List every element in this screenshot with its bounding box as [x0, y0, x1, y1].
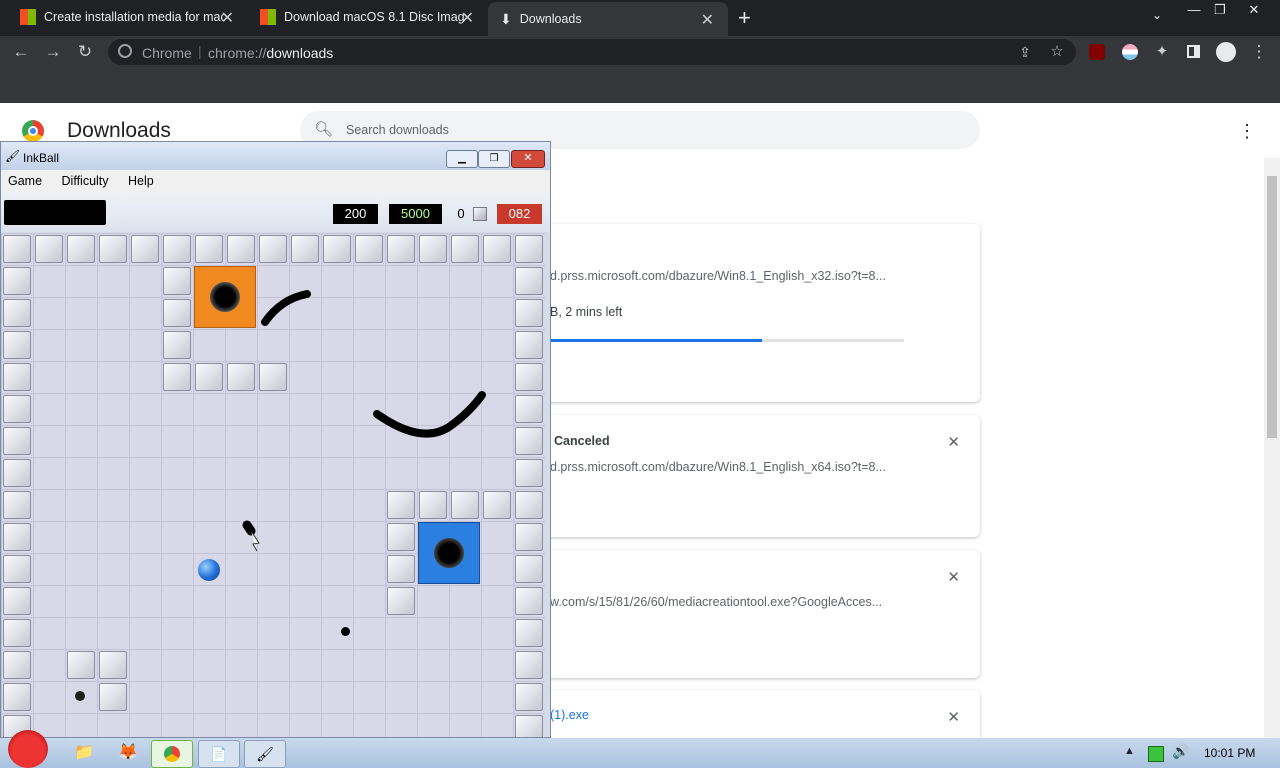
game-board[interactable] — [1, 233, 545, 737]
tab-label: Download macOS 8.1 Disc Image — [284, 10, 464, 24]
explorer-taskbar-icon[interactable]: 📁 — [64, 740, 104, 766]
search-input[interactable]: Search downloads — [346, 123, 449, 137]
minimize-button[interactable]: — — [1182, 2, 1206, 18]
reload-icon[interactable]: ↻ — [74, 41, 96, 63]
download-progress-fill — [550, 339, 763, 342]
ink-stroke — [261, 290, 311, 326]
inkball-menubar: Game Difficulty Help — [1, 170, 550, 192]
notepad-taskbar-icon[interactable]: 📄 — [198, 740, 240, 768]
site-label: Chrome — [142, 45, 192, 61]
extension-icon[interactable] — [1122, 44, 1138, 60]
menu-game[interactable]: Game — [8, 174, 42, 188]
menu-difficulty[interactable]: Difficulty — [62, 174, 109, 188]
tab-macos-image[interactable]: Download macOS 8.1 Disc Image ✕ — [248, 0, 488, 34]
close-icon[interactable]: ✕ — [221, 8, 234, 28]
tab-search-chevron-icon[interactable]: ⌄ — [1152, 8, 1162, 22]
chrome-logo-icon — [118, 44, 132, 58]
download-status: B, 2 mins left — [550, 305, 623, 319]
firefox-taskbar-icon[interactable]: 🦊 — [108, 740, 148, 766]
lives-count: 0 — [457, 206, 465, 221]
tab-label: Downloads — [519, 12, 582, 26]
omnibox[interactable]: Chrome | chrome://downloads ⇪ ☆ — [108, 39, 1076, 65]
ball-queue-display — [4, 200, 106, 225]
ublock-extension-icon[interactable] — [1089, 44, 1105, 60]
share-icon[interactable]: ⇪ — [1014, 41, 1036, 63]
page-title: Downloads — [67, 119, 171, 142]
download-item: d.prss.microsoft.com/dbazure/Win8.1_Engl… — [540, 224, 980, 402]
window-close-button[interactable]: ✕ — [511, 150, 545, 168]
chrome-taskbar-button[interactable] — [151, 740, 193, 768]
windows-logo-icon — [260, 9, 276, 25]
extensions-icon[interactable]: ✦ — [1151, 41, 1173, 63]
more-vert-icon[interactable]: ⋮ — [1238, 121, 1256, 142]
mouse-cursor-icon — [250, 530, 260, 552]
close-icon[interactable]: ✕ — [947, 708, 960, 726]
page-scrollbar[interactable] — [1264, 158, 1280, 738]
restore-button[interactable]: ❐ — [478, 150, 510, 168]
star-icon[interactable]: ☆ — [1046, 41, 1068, 63]
tray-expand-icon[interactable]: ▲ — [1124, 745, 1135, 757]
search-icon: 🔍︎ — [314, 121, 334, 138]
inkball-window: 🖌 InkBall ▁ ❐ ✕ Game Difficulty Help 200… — [0, 141, 551, 738]
tab-strip: Create installation media for mac ✕ Down… — [0, 0, 1280, 36]
inkball-titlebar: 🖌 InkBall ▁ ❐ ✕ — [1, 142, 550, 170]
scrollbar-thumb[interactable] — [1267, 176, 1277, 438]
restore-button[interactable]: ❐ — [1208, 2, 1232, 18]
tab-label: Create installation media for mac — [44, 10, 224, 24]
lives-block-icon — [473, 207, 487, 221]
window-close-button[interactable]: ✕ — [1242, 2, 1266, 18]
download-status-title: Canceled — [554, 434, 610, 448]
start-button[interactable] — [8, 730, 48, 768]
bonus-display: 5000 — [389, 204, 442, 224]
close-icon[interactable]: ✕ — [701, 10, 714, 30]
back-icon[interactable]: ← — [10, 41, 32, 63]
url-text: chrome://downloads — [208, 45, 334, 61]
new-tab-button[interactable]: + — [738, 5, 751, 31]
tab-create-media[interactable]: Create installation media for mac ✕ — [8, 0, 248, 34]
volume-icon[interactable]: 🔊 — [1172, 743, 1189, 760]
network-icon[interactable] — [1148, 746, 1164, 762]
omnibox-separator: | — [198, 43, 202, 59]
windows-logo-icon — [20, 9, 36, 25]
profile-icon[interactable] — [1216, 42, 1236, 62]
taskbar-clock[interactable]: 10:01 PM — [1204, 746, 1255, 760]
window-title: InkBall — [23, 151, 60, 165]
download-url[interactable]: d.prss.microsoft.com/dbazure/Win8.1_Engl… — [550, 460, 886, 474]
ink-strokes — [242, 290, 486, 552]
download-item: Canceled d.prss.microsoft.com/dbazure/Wi… — [540, 415, 980, 537]
download-url[interactable]: d.prss.microsoft.com/dbazure/Win8.1_Engl… — [550, 269, 886, 283]
ink-stroke — [242, 520, 256, 536]
chrome-logo-icon — [22, 120, 44, 142]
more-vert-icon[interactable]: ⋮ — [1248, 41, 1270, 63]
forward-icon[interactable]: → — [42, 41, 64, 63]
menu-help[interactable]: Help — [128, 174, 154, 188]
close-icon[interactable]: ✕ — [461, 8, 474, 28]
side-panel-icon[interactable] — [1187, 45, 1200, 58]
ink-stroke — [373, 391, 486, 438]
close-icon[interactable]: ✕ — [947, 568, 960, 586]
tab-downloads[interactable]: ⬇ Downloads ✕ — [488, 2, 728, 36]
download-url[interactable]: w.com/s/15/81/26/60/mediacreationtool.ex… — [550, 595, 882, 609]
inkball-app-icon: 🖌 — [5, 149, 21, 163]
close-icon[interactable]: ✕ — [947, 433, 960, 451]
bookmark-bar — [0, 68, 1280, 103]
download-file-link[interactable]: (1).exe — [550, 708, 589, 722]
minimize-button[interactable]: ▁ — [446, 150, 478, 168]
download-icon: ⬇ — [500, 10, 512, 27]
download-progress-bar — [550, 339, 904, 342]
download-item: w.com/s/15/81/26/60/mediacreationtool.ex… — [540, 550, 980, 678]
score-display: 200 — [333, 204, 378, 224]
timer-display: 082 — [497, 204, 542, 224]
inkball-taskbar-icon[interactable]: 🖌 — [244, 740, 286, 768]
chrome-logo-icon — [164, 746, 180, 762]
